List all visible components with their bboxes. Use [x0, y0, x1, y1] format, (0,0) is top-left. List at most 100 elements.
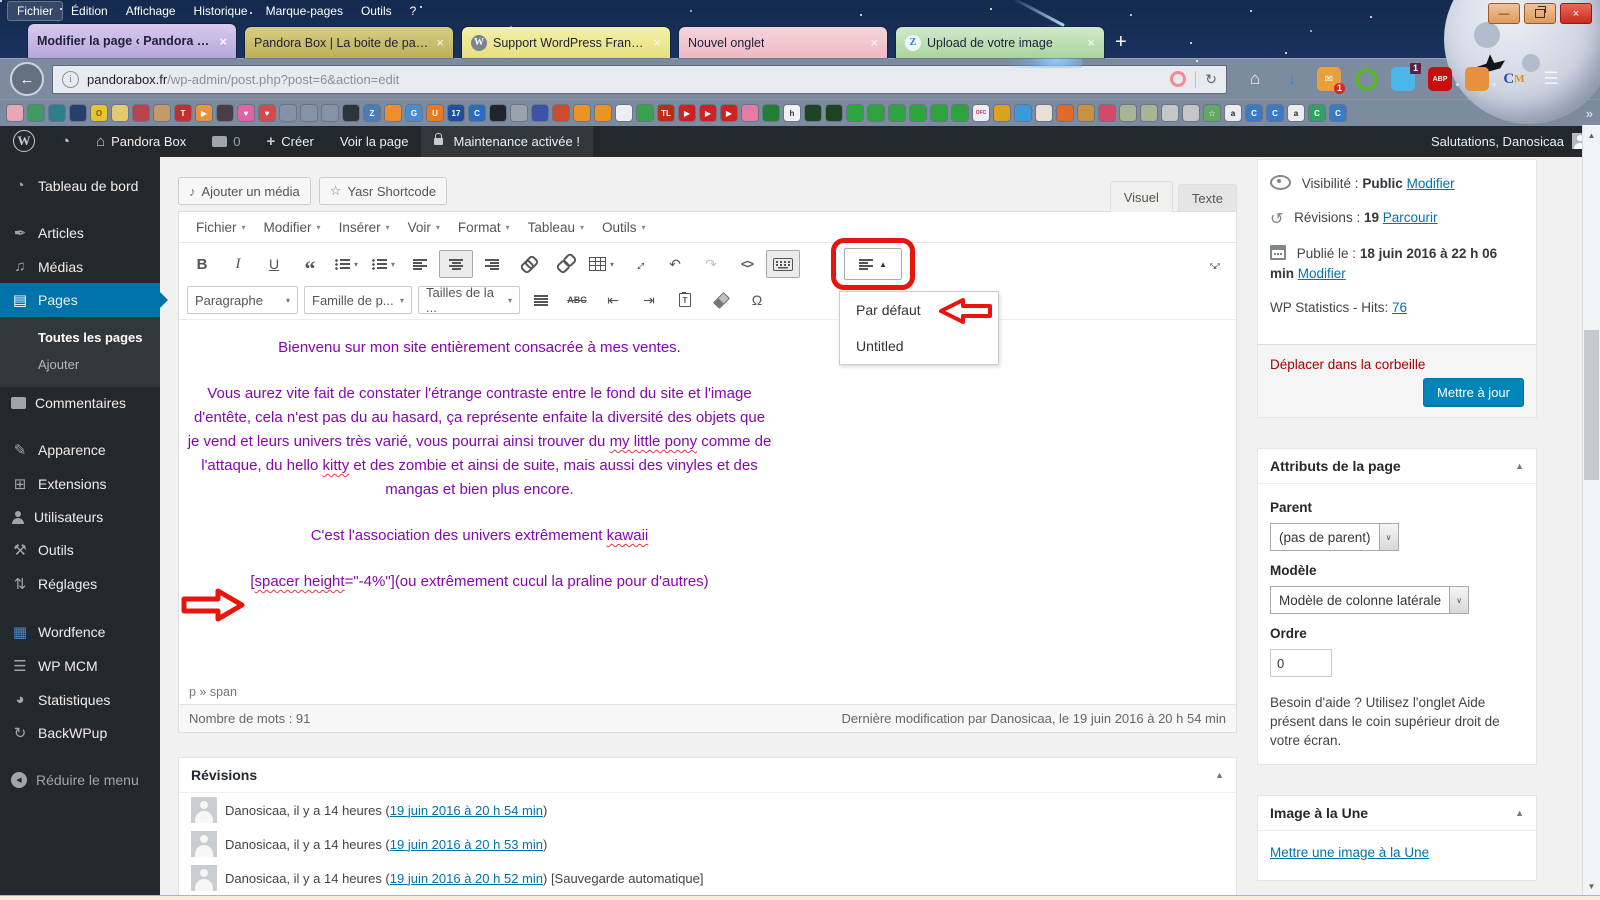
- bold-button[interactable]: B: [185, 250, 219, 278]
- new-tab-button[interactable]: +: [1115, 31, 1127, 54]
- menu-marque-pages[interactable]: Marque-pages: [257, 2, 352, 20]
- align-left-button[interactable]: [403, 250, 437, 278]
- menu-item[interactable]: ?: [401, 2, 426, 20]
- menu-affichage[interactable]: Affichage: [117, 2, 185, 20]
- bookmark-icon[interactable]: [322, 105, 338, 121]
- editor-menu-tableau[interactable]: Tableau ▾: [519, 216, 593, 239]
- bookmark-icon[interactable]: [112, 105, 128, 121]
- align-right-button[interactable]: [475, 250, 509, 278]
- bookmark-icon[interactable]: TL: [658, 105, 674, 121]
- bookmark-icon[interactable]: [637, 105, 653, 121]
- sidebar-item-apparence[interactable]: ✎ Apparence: [0, 433, 160, 467]
- order-input[interactable]: [1270, 649, 1332, 677]
- bookmark-icon[interactable]: [889, 105, 905, 121]
- tab-text[interactable]: Texte: [1177, 184, 1237, 211]
- bookmark-icon[interactable]: O: [91, 105, 107, 121]
- bookmark-icon[interactable]: [910, 105, 926, 121]
- bookmark-icon[interactable]: ☆: [1204, 105, 1220, 121]
- url-bar[interactable]: i pandorabox.fr /wp-admin/post.php?post=…: [52, 64, 1227, 94]
- redo-button[interactable]: ↷: [694, 250, 728, 278]
- fox-icon[interactable]: ▾: [1465, 67, 1496, 91]
- reload-icon[interactable]: ↻: [1205, 71, 1217, 88]
- parent-select[interactable]: (pas de parent) ∨: [1270, 523, 1399, 551]
- window-close-button[interactable]: ×: [1560, 3, 1592, 24]
- bookmark-icon[interactable]: OFC: [973, 105, 989, 121]
- bookmark-icon[interactable]: Z: [364, 105, 380, 121]
- bookmark-icon[interactable]: [385, 105, 401, 121]
- home-icon[interactable]: ⌂: [1243, 67, 1267, 91]
- update-button[interactable]: Mettre à jour: [1423, 378, 1524, 407]
- page-break-button[interactable]: [776, 286, 810, 314]
- bookmark-icon[interactable]: C: [469, 105, 485, 121]
- bookmark-icon[interactable]: [847, 105, 863, 121]
- bookmark-icon[interactable]: [343, 105, 359, 121]
- bookmark-icon[interactable]: 17: [448, 105, 464, 121]
- bookmark-icon[interactable]: C: [1330, 105, 1346, 121]
- align-center-button[interactable]: [439, 250, 474, 278]
- sidebar-item-commentaires[interactable]: Commentaires: [0, 387, 160, 419]
- bookmark-icon[interactable]: [868, 105, 884, 121]
- bookmark-icon[interactable]: [1162, 105, 1178, 121]
- bookmark-icon[interactable]: ♥: [259, 105, 275, 121]
- wp-statistics-menu[interactable]: ◔: [48, 125, 83, 157]
- distraction-free-icon[interactable]: ↔ ↔: [1205, 254, 1225, 274]
- published-edit-link[interactable]: Modifier: [1298, 266, 1346, 281]
- tab-pandora-box-la-boite-de-pan[interactable]: Pandora Box | La boite de pan... ×: [245, 27, 453, 58]
- loop-icon[interactable]: [1354, 67, 1378, 91]
- bookmark-icon[interactable]: ▶: [700, 105, 716, 121]
- element-path[interactable]: p » span: [179, 680, 1236, 704]
- site-name-menu[interactable]: ⌂ Pandora Box: [83, 125, 199, 157]
- menu-outils[interactable]: Outils: [352, 2, 401, 20]
- window-minimize-button[interactable]: —: [1488, 3, 1520, 24]
- bookmark-icon[interactable]: [154, 105, 170, 121]
- bookmark-icon[interactable]: [532, 105, 548, 121]
- set-featured-image-link[interactable]: Mettre une image à la Une: [1270, 845, 1429, 860]
- tab-visual[interactable]: Visuel: [1109, 181, 1173, 212]
- outdent-button[interactable]: ⇤: [596, 286, 630, 314]
- sidebar-item-outils[interactable]: ⚒ Outils: [0, 533, 160, 567]
- bookmark-icon[interactable]: [133, 105, 149, 121]
- editor-content-area[interactable]: Bienvenu sur mon site entièrement consac…: [179, 320, 1236, 680]
- revision-date-link[interactable]: 19 juin 2016 à 20 h 52 min: [390, 871, 543, 886]
- cm-icon[interactable]: CM: [1502, 67, 1526, 91]
- numbered-list-button[interactable]: ▾: [366, 250, 401, 278]
- sidebar-item-extensions[interactable]: ⊞ Extensions: [0, 467, 160, 501]
- remove-format-button[interactable]: [704, 286, 738, 314]
- bookmark-icon[interactable]: [1036, 105, 1052, 121]
- blockquote-button[interactable]: “: [293, 250, 327, 280]
- bookmark-icon[interactable]: a: [1225, 105, 1241, 121]
- fullscreen-button[interactable]: ↔: [622, 250, 656, 278]
- new-content-menu[interactable]: + Créer: [254, 125, 327, 157]
- sidebar-item-wordfence[interactable]: ▦ Wordfence: [0, 615, 160, 649]
- tab-nouvel-onglet[interactable]: Nouvel onglet ×: [679, 27, 887, 58]
- font-family-select[interactable]: Famille de p... ▾: [304, 286, 412, 314]
- bookmark-icon[interactable]: [1141, 105, 1157, 121]
- toolbar-toggle-button[interactable]: [766, 250, 801, 278]
- back-button[interactable]: ←: [10, 62, 44, 96]
- paragraph-format-select[interactable]: Paragraphe ▾: [187, 286, 298, 314]
- sidebar-item-pages[interactable]: ▤ Pages: [0, 283, 160, 317]
- tab-close-icon[interactable]: ×: [864, 35, 878, 50]
- paste-as-text-button[interactable]: [668, 286, 702, 314]
- bookmark-icon[interactable]: [1183, 105, 1199, 121]
- trash-link[interactable]: Déplacer dans la corbeille: [1270, 357, 1425, 372]
- bookmark-icon[interactable]: [1057, 105, 1073, 121]
- tab-close-icon[interactable]: ×: [213, 34, 227, 49]
- add-media-button[interactable]: ♪ Ajouter un média: [178, 177, 311, 205]
- sidebar-item-statistiques[interactable]: ◕ Statistiques: [0, 683, 160, 716]
- table-button[interactable]: ▾: [583, 250, 620, 278]
- bookmark-icon[interactable]: [616, 105, 632, 121]
- bookmark-icon[interactable]: [490, 105, 506, 121]
- bookmark-icon[interactable]: [742, 105, 758, 121]
- strikethrough-button[interactable]: ABC: [560, 286, 594, 314]
- bookmark-icon[interactable]: [931, 105, 947, 121]
- account-menu[interactable]: Salutations, Danosicaa: [1431, 125, 1600, 157]
- font-size-select[interactable]: Tailles de la ... ▾: [418, 285, 520, 315]
- sidebar-item-utilisateurs[interactable]: Utilisateurs: [0, 501, 160, 533]
- tab-upload-de-votre-image[interactable]: Z Upload de votre image ×: [896, 27, 1104, 58]
- bookmark-icon[interactable]: ▶: [196, 105, 212, 121]
- italic-button[interactable]: I: [221, 250, 255, 278]
- bookmark-icon[interactable]: [1078, 105, 1094, 121]
- reader-ring-icon[interactable]: [1170, 71, 1187, 87]
- tab-close-icon[interactable]: ×: [647, 35, 661, 50]
